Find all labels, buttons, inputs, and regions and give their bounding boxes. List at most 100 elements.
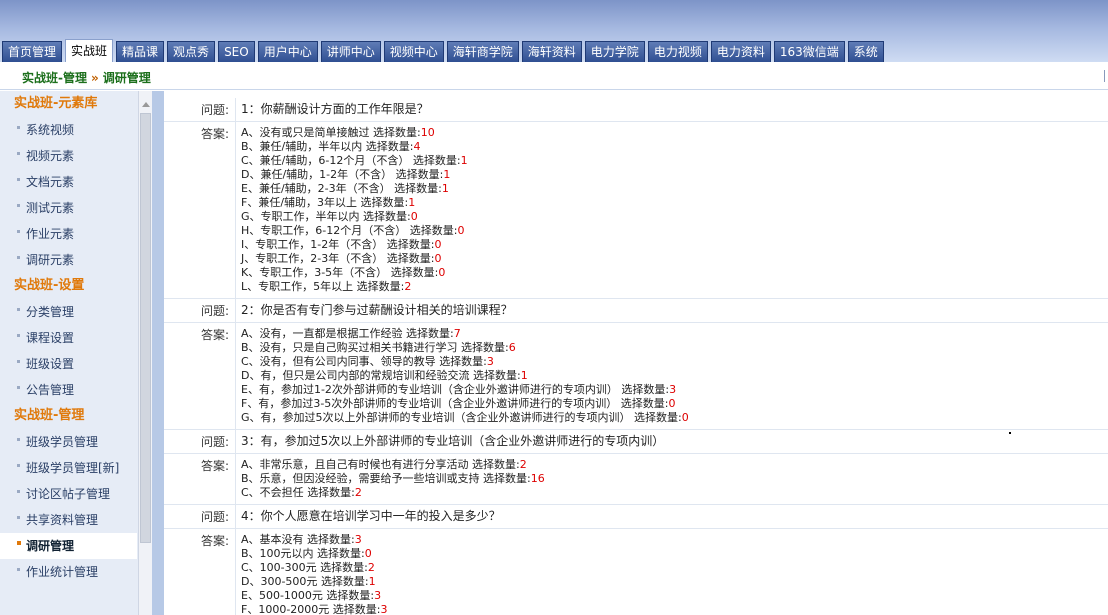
tab-3[interactable]: 观点秀: [167, 41, 216, 62]
option-text: C、不会担任: [241, 486, 304, 499]
frame-splitter[interactable]: [152, 91, 164, 615]
sidebar-item-label: 班级设置: [26, 357, 75, 371]
sidebar-item-label: 作业统计管理: [26, 565, 99, 579]
option-text: B、100元以内: [241, 547, 314, 560]
breadcrumb-section[interactable]: 实战班-管理: [22, 71, 87, 85]
sidebar-item[interactable]: 作业统计管理: [0, 559, 137, 585]
count-label: 选择数量:: [320, 561, 368, 574]
sidebar-item[interactable]: 文档元素: [0, 169, 137, 195]
bullet-icon: [17, 386, 20, 389]
answer-option: C、不会担任 选择数量:2: [241, 486, 1108, 500]
option-count: 0: [668, 397, 676, 410]
tab-14[interactable]: 系统: [847, 41, 884, 62]
bullet-icon: [17, 204, 20, 207]
question-text: 4：你个人愿意在培训学习中一年的投入是多少？: [241, 509, 501, 523]
scrollbar-thumb[interactable]: [140, 113, 151, 543]
scroll-up-arrow-icon[interactable]: [142, 102, 150, 107]
sidebar-item-label: 共享资料管理: [26, 513, 99, 527]
count-label: 选择数量:: [439, 355, 487, 368]
option-count: 1: [443, 168, 451, 181]
option-count: 1: [408, 196, 416, 209]
option-count: 3: [486, 355, 494, 368]
sidebar-item[interactable]: 讨论区帖子管理: [0, 481, 137, 507]
sidebar-item[interactable]: 公告管理: [0, 377, 137, 403]
sidebar-item[interactable]: 视频元素: [0, 143, 137, 169]
answer-options: A、基本没有 选择数量:3 B、100元以内 选择数量:0 C、100-300元 选…: [236, 529, 1108, 615]
sidebar-item[interactable]: 作业元素: [0, 221, 137, 247]
tab-9[interactable]: 海轩资料: [521, 41, 582, 62]
tab-7[interactable]: 视频中心: [383, 41, 444, 62]
option-text: A、非常乐意，且自己有时候也有进行分享活动: [241, 458, 469, 471]
tab-5[interactable]: 用户中心: [257, 41, 318, 62]
bullet-icon: [17, 178, 20, 181]
tab-8[interactable]: 海轩商学院: [446, 41, 519, 62]
sidebar-item[interactable]: 班级学员管理: [0, 429, 137, 455]
count-label: 选择数量:: [363, 210, 411, 223]
option-text: E、有，参加过1-2次外部讲师的专业培训（含企业外邀讲师进行的专项内训）: [241, 383, 618, 396]
option-count: 1: [441, 182, 449, 195]
answer-label: 答案:: [164, 323, 236, 429]
option-count: 3: [354, 533, 362, 546]
tab-13[interactable]: 163微信端: [773, 41, 845, 62]
option-text: E、500-1000元: [241, 589, 323, 602]
tab-10[interactable]: 电力学院: [584, 41, 645, 62]
sidebar-item-label: 公告管理: [26, 383, 75, 397]
count-label: 选择数量:: [320, 575, 369, 588]
option-text: C、没有，但有公司内同事、领导的教导: [241, 355, 436, 368]
option-text: K、专职工作，3-5年（不含）: [241, 266, 388, 279]
tab-2[interactable]: 精品课: [116, 41, 165, 62]
option-text: B、兼任/辅助，半年以内: [241, 140, 363, 153]
sidebar-menu: 实战班-元素库 系统视频 视频元素 文档元素 测试元素 作业元素 调研元素 实战班-设置 分类管…: [0, 91, 137, 585]
count-label: 选择数量:: [390, 266, 439, 279]
tab-12[interactable]: 电力资料: [710, 41, 771, 62]
sidebar-item[interactable]: 测试元素: [0, 195, 137, 221]
answer-label: 答案:: [164, 529, 236, 615]
sidebar-item-label: 作业元素: [26, 227, 75, 241]
answer-option: B、100元以内 选择数量:0: [241, 547, 1108, 561]
count-label: 选择数量:: [409, 224, 458, 237]
tab-11[interactable]: 电力视频: [647, 41, 708, 62]
bullet-icon: [17, 438, 20, 441]
sidebar-item-label: 视频元素: [26, 149, 75, 163]
option-text: F、有，参加过3-5次外部讲师的专业培训（含企业外邀讲师进行的专项内训）: [241, 397, 618, 410]
tab-6[interactable]: 讲师中心: [320, 41, 381, 62]
sidebar-item[interactable]: 系统视频: [0, 117, 137, 143]
breadcrumb-bar: 实战班-管理» 调研管理: [0, 62, 1108, 90]
answer-option: L、专职工作，5年以上 选择数量:2: [241, 280, 1108, 294]
sidebar-item[interactable]: 课程设置: [0, 325, 137, 351]
sidebar-item[interactable]: 班级学员管理[新]: [0, 455, 137, 481]
sidebar-item[interactable]: 共享资料管理: [0, 507, 137, 533]
count-label: 选择数量:: [412, 154, 461, 167]
bullet-icon: [17, 152, 20, 155]
sidebar-item[interactable]: 调研管理: [0, 533, 137, 559]
count-label: 选择数量:: [386, 252, 435, 265]
option-count: 1: [368, 575, 376, 588]
answer-option: E、兼任/辅助，2-3年（不含） 选择数量:1: [241, 182, 1108, 196]
count-label: 选择数量:: [483, 472, 531, 485]
tab-4[interactable]: SEO: [218, 41, 255, 62]
sidebar-item[interactable]: 分类管理: [0, 299, 137, 325]
count-label: 选择数量:: [620, 397, 669, 410]
count-label: 选择数量:: [394, 182, 442, 195]
sidebar-item-label: 文档元素: [26, 175, 75, 189]
answer-option: I、专职工作，1-2年（不含） 选择数量:0: [241, 238, 1108, 252]
sidebar-scrollbar[interactable]: [138, 91, 152, 615]
option-text: I、专职工作，1-2年（不含）: [241, 238, 384, 251]
breadcrumb-current: 调研管理: [102, 71, 151, 85]
sidebar-item-label: 课程设置: [26, 331, 75, 345]
tab-0[interactable]: 首页管理: [2, 41, 63, 62]
option-count: 1: [520, 369, 528, 382]
question-text: 3：有，参加过5次以上外部讲师的专业培训（含企业外邀讲师进行的专项内训）: [241, 434, 665, 448]
option-count: 6: [508, 341, 516, 354]
count-label: 选择数量:: [356, 280, 405, 293]
sidebar-item[interactable]: 调研元素: [0, 247, 137, 273]
option-text: H、专职工作，6-12个月（不含）: [241, 224, 407, 237]
tab-1[interactable]: 实战班: [65, 39, 114, 62]
option-count: 0: [434, 252, 442, 265]
bullet-icon: [17, 568, 20, 571]
answer-option: F、兼任/辅助，3年以上 选择数量:1: [241, 196, 1108, 210]
question-label: 问题:: [164, 299, 236, 322]
sidebar-group-title: 实战班-管理: [14, 408, 85, 423]
sidebar-item[interactable]: 班级设置: [0, 351, 137, 377]
bullet-icon: [17, 308, 20, 311]
